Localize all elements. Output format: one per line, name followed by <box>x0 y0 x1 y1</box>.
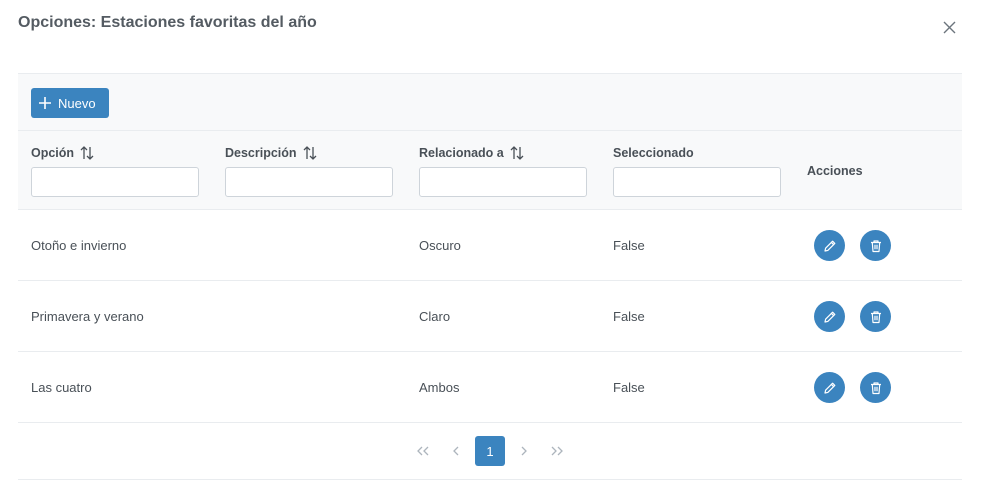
table-row: Primavera y verano Claro False <box>18 281 962 352</box>
table-toolbar: Nuevo <box>18 73 962 131</box>
table-row: Las cuatro Ambos False <box>18 352 962 423</box>
new-button-label: Nuevo <box>58 95 96 111</box>
pencil-icon <box>823 240 835 252</box>
prev-page-button[interactable] <box>441 436 471 466</box>
double-chevron-left-icon <box>417 446 429 456</box>
column-label: Relacionado a <box>419 146 504 160</box>
delete-button[interactable] <box>860 301 891 332</box>
column-label: Opción <box>31 146 75 160</box>
cell-opcion: Primavera y verano <box>31 309 144 324</box>
edit-button[interactable] <box>814 301 845 332</box>
sort-icon <box>80 146 94 160</box>
cell-relacionado: Ambos <box>419 380 460 395</box>
sort-icon <box>510 146 524 160</box>
delete-button[interactable] <box>860 372 891 403</box>
column-header-seleccionado: Seleccionado <box>613 146 694 160</box>
delete-button[interactable] <box>860 230 891 261</box>
chevron-right-icon <box>521 446 527 456</box>
column-header-opcion[interactable]: Opción <box>31 146 94 160</box>
edit-button[interactable] <box>814 230 845 261</box>
column-label: Seleccionado <box>613 146 694 160</box>
double-chevron-right-icon <box>551 446 563 456</box>
cell-seleccionado: False <box>613 309 645 324</box>
column-header-relacionado[interactable]: Relacionado a <box>419 146 524 160</box>
filter-descripcion-input[interactable] <box>225 167 393 197</box>
cell-seleccionado: False <box>613 380 645 395</box>
pencil-icon <box>823 311 835 323</box>
trash-icon <box>870 239 881 252</box>
next-page-button[interactable] <box>509 436 539 466</box>
column-label: Descripción <box>225 146 297 160</box>
new-button[interactable]: Nuevo <box>31 88 109 118</box>
trash-icon <box>870 381 881 394</box>
cell-seleccionado: False <box>613 238 645 253</box>
chevron-left-icon <box>453 446 459 456</box>
cell-opcion: Otoño e invierno <box>31 238 127 253</box>
last-page-button[interactable] <box>542 436 572 466</box>
dialog-title: Opciones: Estaciones favoritas del año <box>18 14 317 31</box>
edit-button[interactable] <box>814 372 845 403</box>
column-header-descripcion[interactable]: Descripción <box>225 146 317 160</box>
first-page-button[interactable] <box>408 436 438 466</box>
table-row: Otoño e invierno Oscuro False <box>18 210 962 281</box>
filter-seleccionado-input[interactable] <box>613 167 781 197</box>
cell-relacionado: Claro <box>419 309 451 324</box>
plus-icon <box>39 97 51 109</box>
sort-icon <box>303 146 317 160</box>
page-button-current[interactable]: 1 <box>475 436 505 466</box>
options-table: Nuevo Opción Descripción Relacionado a S… <box>18 73 962 480</box>
trash-icon <box>870 310 881 323</box>
pencil-icon <box>823 382 835 394</box>
close-button[interactable] <box>939 17 959 37</box>
cell-relacionado: Oscuro <box>419 238 461 253</box>
cell-opcion: Las cuatro <box>31 380 92 395</box>
paginator: 1 <box>18 423 962 480</box>
table-header: Opción Descripción Relacionado a Selecci… <box>18 131 962 210</box>
column-header-acciones: Acciones <box>807 164 863 178</box>
filter-opcion-input[interactable] <box>31 167 199 197</box>
close-icon <box>943 21 955 33</box>
filter-relacionado-input[interactable] <box>419 167 587 197</box>
